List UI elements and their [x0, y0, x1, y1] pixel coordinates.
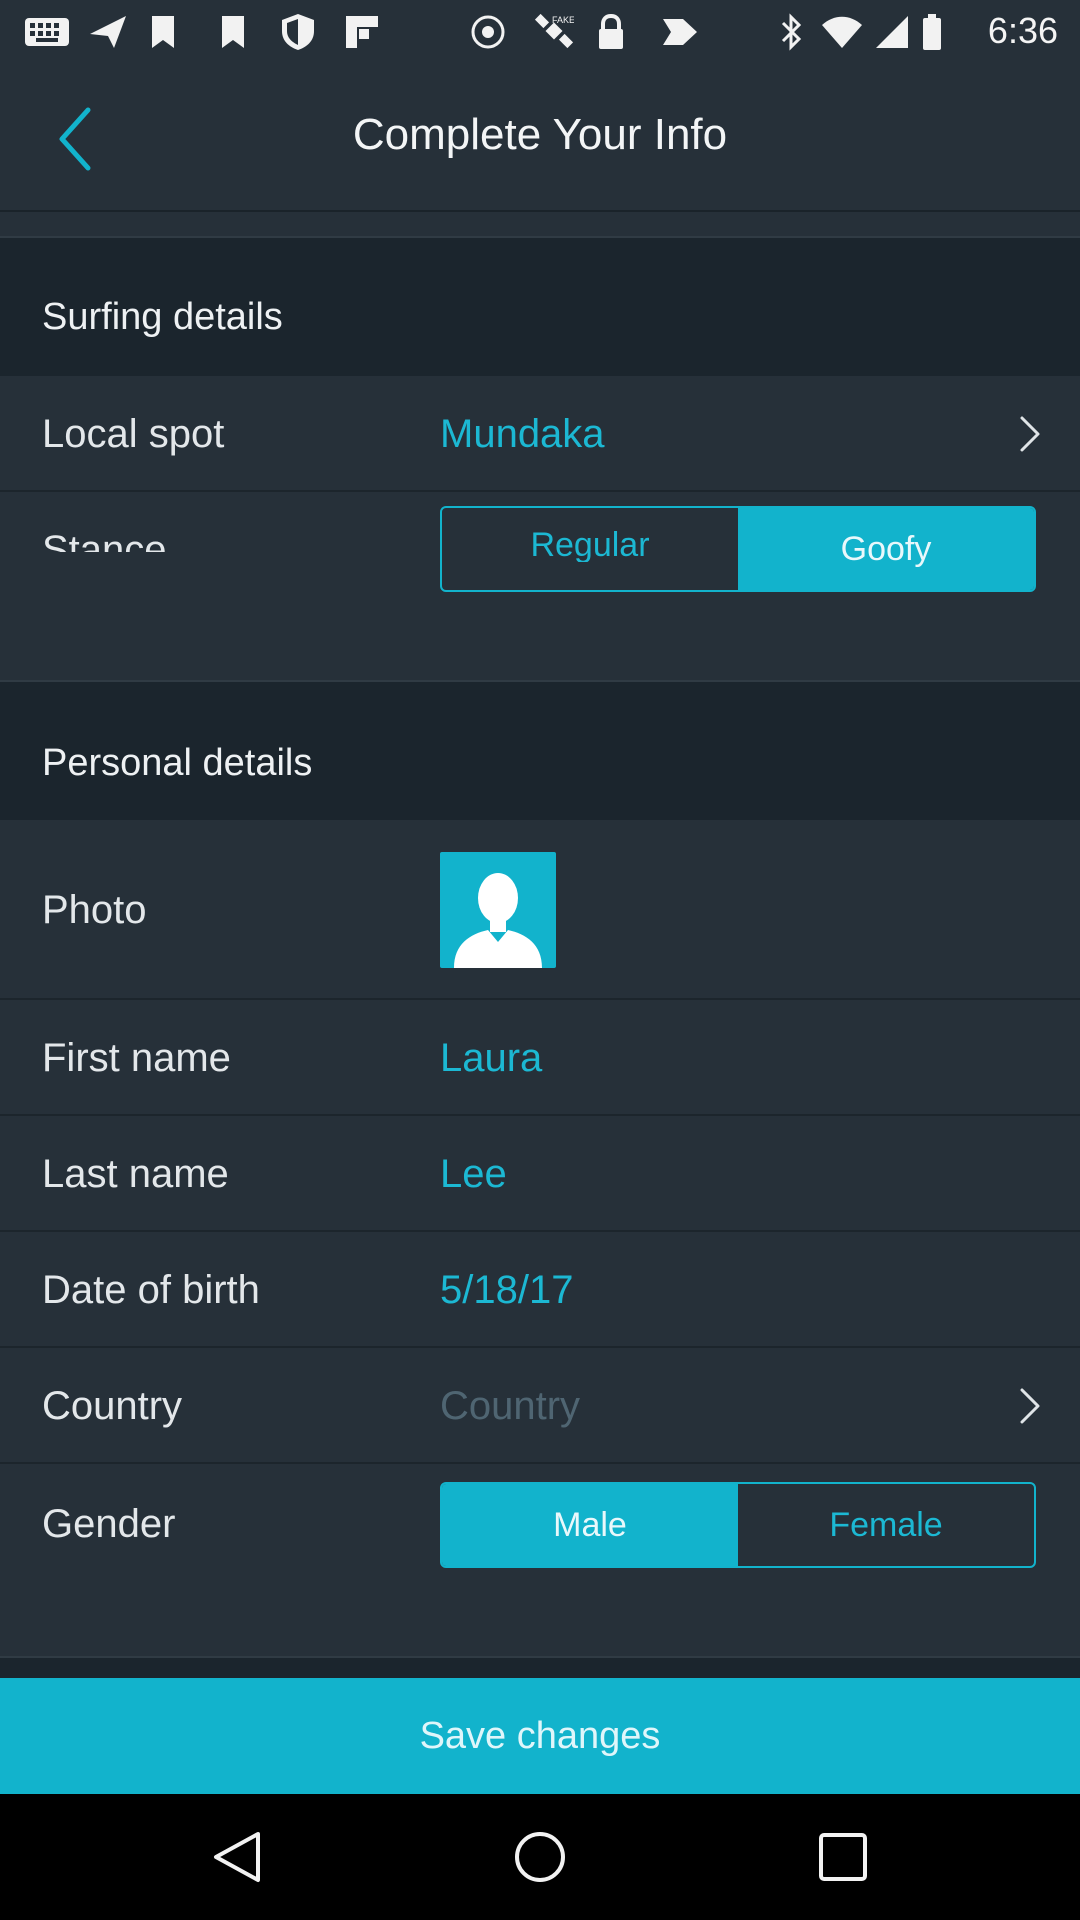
stance-option-goofy[interactable]: Goofy	[738, 508, 1034, 590]
last-name-label: Last name	[42, 1152, 229, 1196]
spacer	[0, 608, 1080, 682]
avatar[interactable]	[440, 852, 556, 968]
last-name-field[interactable]: Lee	[440, 1152, 507, 1197]
wifi-icon	[820, 14, 864, 50]
personal-section-header: Personal details	[0, 682, 1080, 820]
flipboard-icon	[344, 14, 380, 50]
spacer	[0, 212, 1080, 236]
gender-option-male-label: Male	[553, 1505, 627, 1544]
local-spot-row[interactable]: Local spot Mundaka	[0, 376, 1080, 492]
signal-icon	[874, 14, 910, 50]
first-name-row[interactable]: First name Laura	[0, 1000, 1080, 1116]
gender-segmented-control[interactable]: Male Female	[440, 1482, 1036, 1568]
surfing-section-header: Surfing details	[0, 238, 1080, 376]
default-avatar-icon	[454, 873, 542, 968]
navigation-bar	[0, 1794, 1080, 1920]
stance-segmented-control[interactable]: Regular Goofy	[440, 506, 1036, 592]
dob-field[interactable]: 5/18/17	[440, 1268, 573, 1313]
page-title: Complete Your Info	[352, 110, 728, 159]
app-header: Complete Your Info	[0, 64, 1080, 212]
dob-label: Date of birth	[42, 1268, 260, 1312]
home-nav-icon[interactable]	[513, 1830, 567, 1884]
dob-row[interactable]: Date of birth 5/18/17	[0, 1232, 1080, 1348]
local-spot-label: Local spot	[42, 412, 225, 456]
gender-row: Gender Male Female	[0, 1464, 1080, 1582]
country-row[interactable]: Country Country	[0, 1348, 1080, 1464]
photo-label: Photo	[42, 888, 147, 932]
satellite-icon: FAKE	[534, 13, 574, 50]
recents-nav-icon[interactable]	[816, 1830, 870, 1884]
stance-option-regular[interactable]: Regular	[442, 508, 738, 590]
bluetooth-icon	[776, 13, 806, 51]
bookmark-icon	[218, 14, 248, 50]
stance-option-goofy-label: Goofy	[840, 529, 932, 568]
bookmark-icon	[148, 14, 178, 50]
back-nav-icon[interactable]	[210, 1830, 264, 1884]
first-name-label: First name	[42, 1036, 231, 1080]
status-time: 6:36	[987, 10, 1058, 51]
status-bar: FAKE 6:36	[0, 0, 1080, 64]
tag-icon	[660, 14, 700, 50]
gender-label: Gender	[42, 1502, 176, 1546]
keyboard-icon	[24, 14, 70, 50]
steam-icon	[470, 14, 506, 50]
chevron-right-icon	[1020, 416, 1040, 452]
last-name-row[interactable]: Last name Lee	[0, 1116, 1080, 1232]
send-icon	[88, 14, 128, 50]
stance-label: Stance	[42, 528, 167, 552]
stance-row: Stance Regular Goofy	[0, 492, 1080, 608]
svg-text:FAKE: FAKE	[552, 15, 574, 25]
local-spot-value: Mundaka	[440, 412, 605, 456]
photo-row: Photo	[0, 820, 1080, 1000]
save-changes-button[interactable]: Save changes	[0, 1678, 1080, 1794]
gender-option-male[interactable]: Male	[442, 1484, 738, 1566]
stance-option-regular-label: Regular	[530, 526, 650, 562]
lock-icon	[596, 14, 626, 50]
country-field[interactable]: Country	[440, 1384, 580, 1429]
save-changes-label: Save changes	[419, 1714, 661, 1757]
chevron-right-icon	[1020, 1388, 1040, 1424]
spacer	[0, 1658, 1080, 1678]
battery-icon	[920, 14, 944, 50]
country-label: Country	[42, 1384, 183, 1428]
first-name-field[interactable]: Laura	[440, 1036, 542, 1081]
gender-option-female-label: Female	[829, 1505, 943, 1544]
spacer	[0, 1582, 1080, 1656]
section-title-personal: Personal details	[42, 742, 313, 784]
gender-option-female[interactable]: Female	[738, 1484, 1034, 1566]
stance-label-clip: Stance	[42, 528, 402, 552]
section-title-surfing: Surfing details	[42, 296, 283, 338]
shield-icon	[280, 14, 316, 50]
